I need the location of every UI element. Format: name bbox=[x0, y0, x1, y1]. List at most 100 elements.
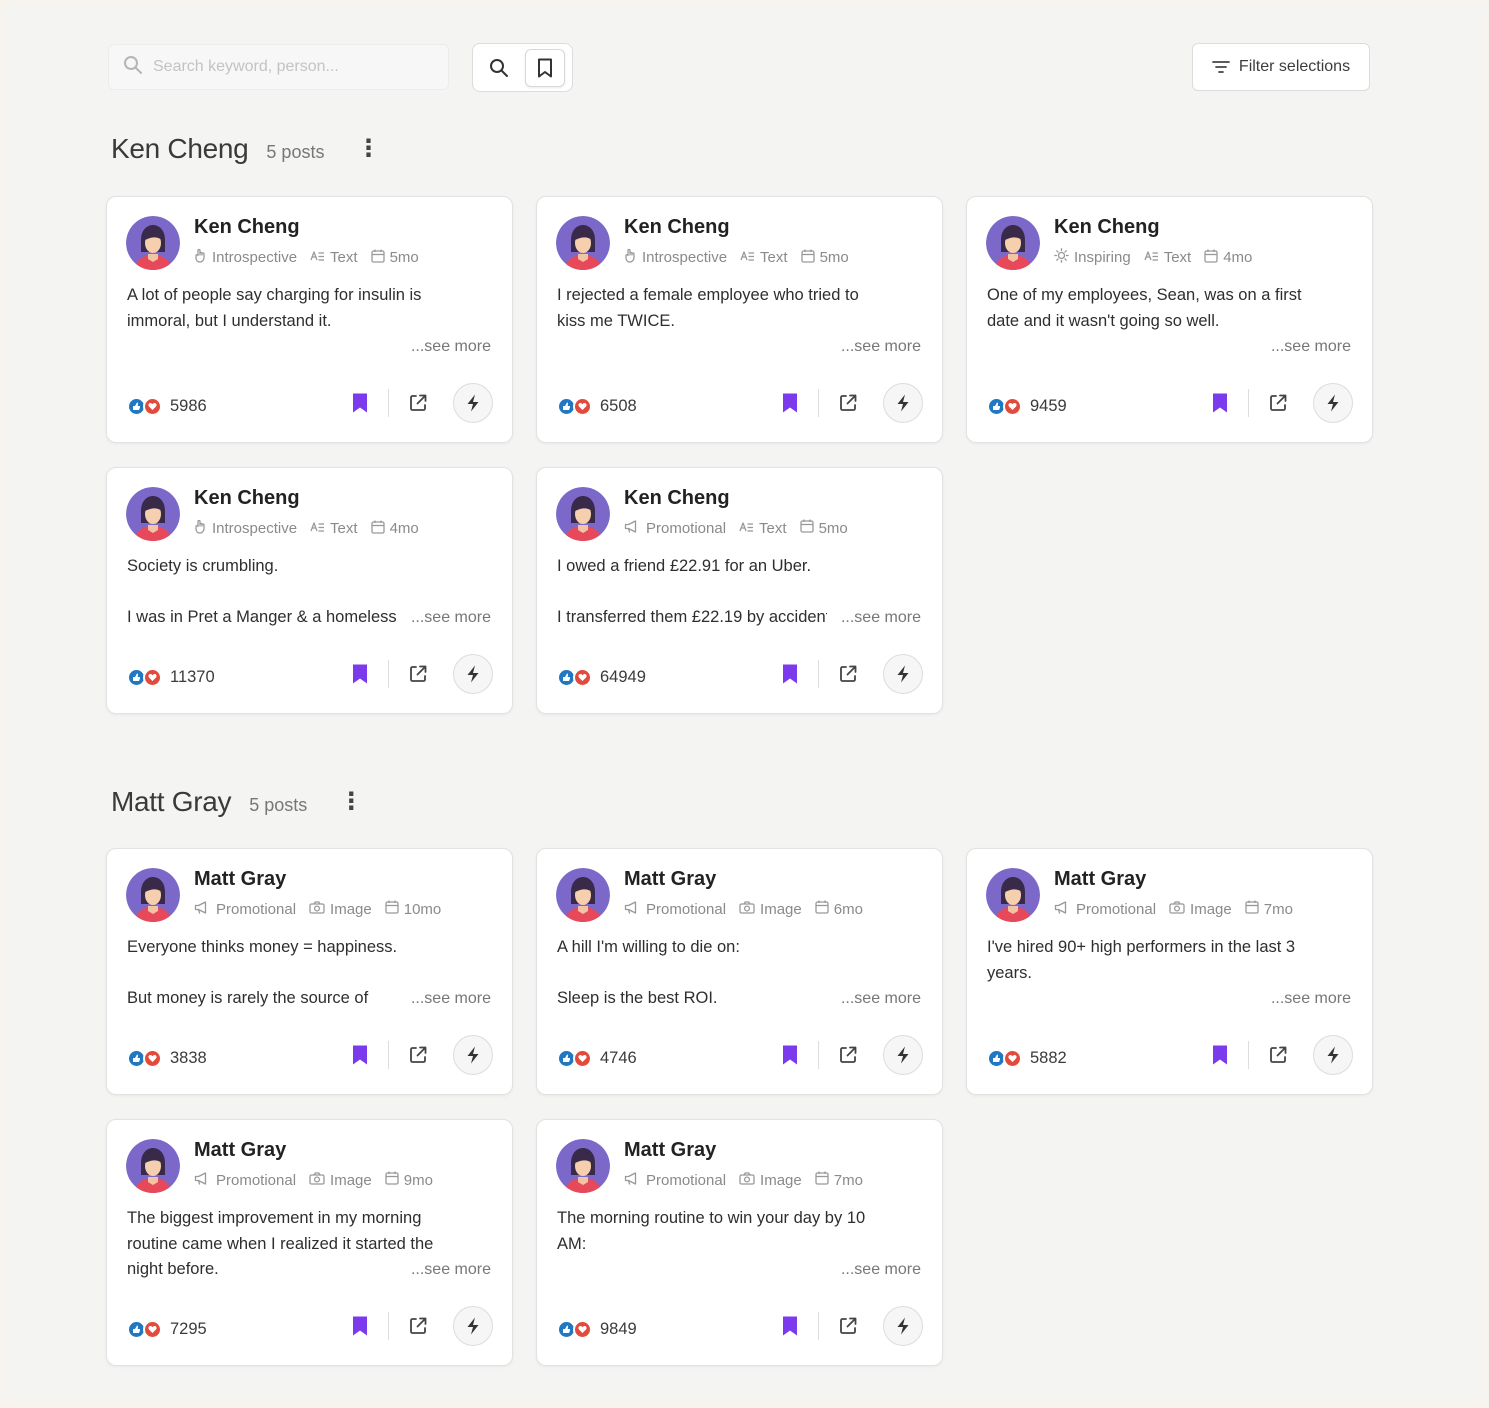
hand-icon bbox=[624, 248, 637, 267]
more-options-icon[interactable]: ⋮ bbox=[339, 790, 363, 814]
post-card[interactable]: Ken Cheng Introspective Text 5mo I rejected … bbox=[536, 196, 943, 443]
lightning-button[interactable] bbox=[883, 1306, 923, 1346]
post-body: I rejected a female employee who tried t… bbox=[557, 283, 923, 334]
reaction-count: 11370 bbox=[170, 668, 215, 686]
bookmark-icon[interactable] bbox=[1209, 390, 1231, 416]
search-input[interactable] bbox=[153, 58, 433, 76]
see-more-link[interactable]: ...see more bbox=[411, 1261, 491, 1279]
post-text-line: But money is rarely the source of bbox=[127, 989, 369, 1007]
bookmark-icon[interactable] bbox=[349, 1042, 371, 1068]
divider bbox=[388, 389, 389, 417]
open-external-icon[interactable] bbox=[835, 1042, 861, 1068]
post-text-line: routine came when I realized it started … bbox=[127, 1234, 434, 1253]
reaction-summary: 5986 bbox=[127, 397, 207, 416]
post-age: 10mo bbox=[403, 900, 442, 918]
search-bar[interactable] bbox=[108, 44, 449, 90]
see-more-link[interactable]: ...see more bbox=[411, 990, 491, 1008]
bookmark-icon[interactable] bbox=[779, 1313, 801, 1339]
bookmark-icon[interactable] bbox=[779, 661, 801, 687]
post-tone: Promotional bbox=[646, 900, 727, 918]
post-meta: Inspiring Text 4mo bbox=[1054, 248, 1261, 267]
calendar-icon bbox=[385, 1171, 399, 1189]
open-external-icon[interactable] bbox=[835, 390, 861, 416]
calendar-icon bbox=[1245, 900, 1259, 918]
see-more-link[interactable]: ...see more bbox=[841, 338, 921, 356]
lightning-button[interactable] bbox=[883, 1035, 923, 1075]
open-external-icon[interactable] bbox=[835, 661, 861, 687]
open-external-icon[interactable] bbox=[405, 1042, 431, 1068]
text-icon bbox=[740, 249, 755, 266]
post-card[interactable]: Ken Cheng Promotional Text 5mo I owed a frie… bbox=[536, 467, 943, 714]
bookmark-icon[interactable] bbox=[779, 390, 801, 416]
post-format: Text bbox=[759, 519, 787, 537]
post-card[interactable]: Ken Cheng Introspective Text 5mo A lot of pe… bbox=[106, 196, 513, 443]
filter-selections-button[interactable]: Filter selections bbox=[1192, 43, 1370, 91]
lightning-button[interactable] bbox=[453, 654, 493, 694]
avatar bbox=[126, 868, 180, 922]
see-more-link[interactable]: ...see more bbox=[1271, 338, 1351, 356]
post-card[interactable]: Ken Cheng Inspiring Text 4mo One of my emplo… bbox=[966, 196, 1373, 443]
bookmark-icon[interactable] bbox=[349, 390, 371, 416]
post-tone: Promotional bbox=[646, 1171, 727, 1189]
see-more-link[interactable]: ...see more bbox=[1271, 990, 1351, 1008]
post-card[interactable]: Ken Cheng Introspective Text 4mo Society is … bbox=[106, 467, 513, 714]
bookmark-icon[interactable] bbox=[779, 1042, 801, 1068]
open-external-icon[interactable] bbox=[835, 1313, 861, 1339]
post-card[interactable]: Matt Gray Promotional Image 7mo I've hired 9… bbox=[966, 848, 1373, 1095]
avatar bbox=[126, 487, 180, 541]
open-external-icon[interactable] bbox=[1265, 390, 1291, 416]
post-text-line bbox=[127, 580, 493, 606]
heart-reaction-icon bbox=[1003, 1049, 1022, 1068]
post-text-line: A lot of people say charging for insulin… bbox=[127, 286, 422, 304]
section-header: Matt Gray 5 posts ⋮ bbox=[111, 786, 363, 818]
see-more-link[interactable]: ...see more bbox=[841, 990, 921, 1008]
heart-reaction-icon bbox=[573, 397, 592, 416]
lightning-button[interactable] bbox=[453, 1306, 493, 1346]
lightning-button[interactable] bbox=[883, 654, 923, 694]
lightning-button[interactable] bbox=[453, 383, 493, 423]
see-more-link[interactable]: ...see more bbox=[411, 609, 491, 627]
post-meta: Introspective Text 5mo bbox=[194, 248, 428, 267]
saved-view-button[interactable] bbox=[525, 48, 565, 87]
megaphone-icon bbox=[194, 900, 211, 918]
lightning-button[interactable] bbox=[1313, 1035, 1353, 1075]
more-options-icon[interactable]: ⋮ bbox=[356, 137, 380, 161]
filter-label: Filter selections bbox=[1238, 58, 1351, 75]
lightning-button[interactable] bbox=[1313, 383, 1353, 423]
bookmark-outline-icon bbox=[538, 58, 552, 77]
lightning-icon bbox=[467, 665, 479, 683]
post-actions bbox=[779, 383, 923, 423]
see-more-link[interactable]: ...see more bbox=[841, 609, 921, 627]
post-actions bbox=[349, 1035, 493, 1075]
post-card[interactable]: Matt Gray Promotional Image 10mo Everyone th… bbox=[106, 848, 513, 1095]
lightning-button[interactable] bbox=[883, 383, 923, 423]
divider bbox=[818, 1312, 819, 1340]
post-text-line: I transferred them £22.19 by accident bbox=[557, 608, 827, 626]
bookmark-icon[interactable] bbox=[1209, 1042, 1231, 1068]
post-text-line: immoral, but I understand it. bbox=[127, 311, 332, 330]
post-card[interactable]: Matt Gray Promotional Image 6mo A hill I'm w… bbox=[536, 848, 943, 1095]
open-external-icon[interactable] bbox=[405, 661, 431, 687]
post-age: 9mo bbox=[403, 1171, 433, 1189]
post-card[interactable]: Matt Gray Promotional Image 7mo The morning … bbox=[536, 1119, 943, 1366]
post-format: Image bbox=[760, 900, 802, 918]
open-external-icon[interactable] bbox=[405, 390, 431, 416]
heart-reaction-icon bbox=[573, 1049, 592, 1068]
open-external-icon[interactable] bbox=[1265, 1042, 1291, 1068]
post-format: Text bbox=[330, 249, 358, 266]
megaphone-icon bbox=[1054, 900, 1071, 918]
lightning-button[interactable] bbox=[453, 1035, 493, 1075]
post-age: 5mo bbox=[389, 249, 419, 266]
post-format: Image bbox=[330, 1171, 372, 1189]
bookmark-icon[interactable] bbox=[349, 661, 371, 687]
open-external-icon[interactable] bbox=[405, 1313, 431, 1339]
see-more-link[interactable]: ...see more bbox=[411, 338, 491, 356]
section-post-count: 5 posts bbox=[266, 142, 325, 162]
post-actions bbox=[349, 1306, 493, 1346]
reaction-count: 7295 bbox=[170, 1320, 207, 1338]
search-view-button[interactable] bbox=[479, 48, 519, 87]
bookmark-icon[interactable] bbox=[349, 1313, 371, 1339]
see-more-link[interactable]: ...see more bbox=[841, 1261, 921, 1279]
post-body: I've hired 90+ high performers in the la… bbox=[987, 935, 1353, 986]
post-card[interactable]: Matt Gray Promotional Image 9mo The biggest … bbox=[106, 1119, 513, 1366]
